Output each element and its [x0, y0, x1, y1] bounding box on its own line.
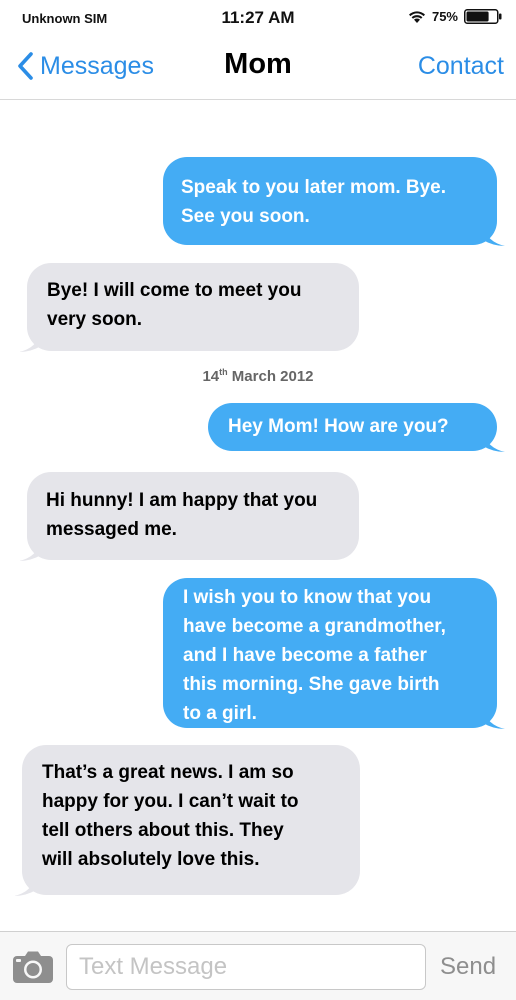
- battery-percent: 75%: [431, 9, 458, 24]
- date-day: 14: [202, 368, 220, 385]
- status-indicators: 75%: [408, 9, 502, 24]
- chevron-left-icon: [18, 52, 33, 80]
- message-line: very soon.: [47, 309, 143, 330]
- message-line: happy for you. I can’t wait to: [42, 791, 299, 812]
- wifi-icon: [408, 10, 425, 23]
- date-separator: 14th March 2012: [0, 367, 516, 385]
- message-thread[interactable]: Speak to you later mom. Bye. See you soo…: [0, 101, 516, 931]
- message-line: I wish you to know that you: [183, 587, 432, 608]
- navigation-bar: Messages Mom Contact: [0, 36, 516, 100]
- message-bubble-incoming[interactable]: Hi hunny! I am happy that you messaged m…: [19, 472, 359, 561]
- back-label: Messages: [40, 51, 154, 80]
- date-rest: March 2012: [227, 368, 314, 385]
- battery-fill: [466, 11, 489, 22]
- message-line: Hi hunny! I am happy that you: [46, 490, 318, 511]
- contact-button[interactable]: Contact: [418, 52, 504, 81]
- message-line: Speak to you later mom. Bye.: [181, 177, 447, 198]
- compose-bar: Send: [0, 931, 516, 1000]
- message-bubble-outgoing[interactable]: Speak to you later mom. Bye. See you soo…: [163, 157, 505, 246]
- message-line: Hey Mom! How are you?: [228, 416, 449, 437]
- message-line: See you soon.: [181, 206, 310, 227]
- back-to-messages-button[interactable]: Messages: [16, 50, 154, 82]
- bubble-tail: [19, 332, 41, 352]
- message-line: have become a grandmother,: [183, 616, 446, 637]
- bubble-tail: [483, 226, 505, 246]
- message-bubble-outgoing[interactable]: I wish you to know that you have become …: [163, 578, 505, 729]
- message-line: to a girl.: [183, 703, 257, 724]
- message-line: and I have become a father: [183, 645, 427, 666]
- bubble-tail: [483, 432, 505, 452]
- camera-button[interactable]: [12, 950, 54, 984]
- message-bubble-incoming[interactable]: Bye! I will come to meet you very soon.: [19, 263, 359, 352]
- message-line: tell others about this. They: [42, 820, 284, 841]
- message-line: this morning. She gave birth: [183, 674, 440, 695]
- send-button[interactable]: Send: [440, 953, 496, 981]
- message-line: will absolutely love this.: [42, 849, 260, 870]
- bubble-tail: [14, 876, 36, 896]
- status-bar: Unknown SIM 11:27 AM 75%: [0, 0, 516, 36]
- bubble-tail: [483, 709, 505, 729]
- message-line: That’s a great news. I am so: [42, 762, 294, 783]
- battery-icon: [464, 9, 502, 24]
- message-bubble-incoming[interactable]: That’s a great news. I am so happy for y…: [14, 745, 360, 896]
- camera-icon: [13, 951, 53, 983]
- date-suffix: th: [219, 367, 228, 377]
- message-input[interactable]: [66, 944, 426, 990]
- message-bubble-outgoing[interactable]: Hey Mom! How are you?: [208, 403, 505, 452]
- message-line: Bye! I will come to meet you: [47, 280, 302, 301]
- bubble-tail: [19, 541, 41, 561]
- message-line: messaged me.: [46, 519, 177, 540]
